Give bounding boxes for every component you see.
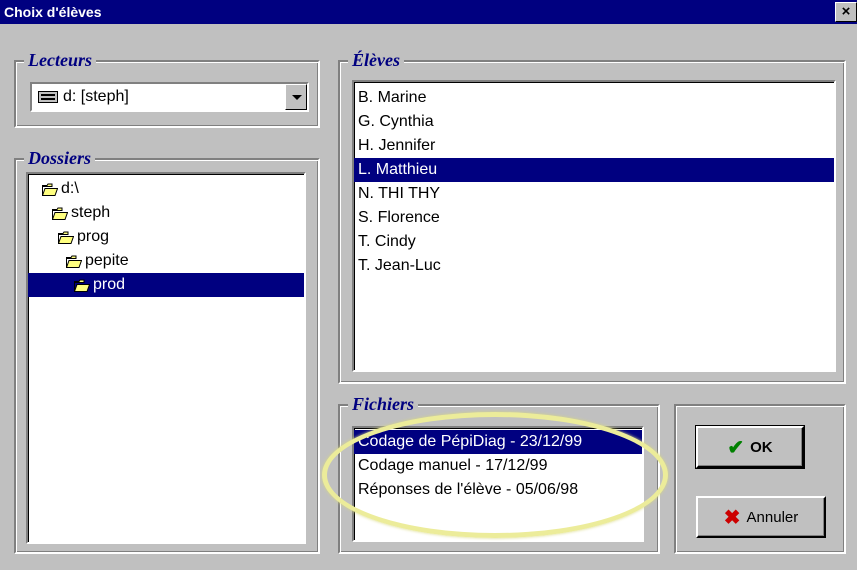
folder-label: prog xyxy=(77,228,110,245)
list-item[interactable]: Réponses de l'élève - 05/06/98 xyxy=(354,478,642,502)
list-item[interactable]: B. Marine xyxy=(354,86,834,110)
files-list[interactable]: Codage de PépiDiag - 23/12/99 Codage man… xyxy=(352,426,644,542)
fichiers-title: Fichiers xyxy=(348,394,419,414)
open-folder-icon xyxy=(52,207,68,220)
title-bar: Choix d'élèves × xyxy=(0,0,857,24)
list-item[interactable]: T. Cindy xyxy=(354,230,834,254)
folder-label: pepite xyxy=(85,252,129,269)
x-icon: ✖ xyxy=(723,506,741,529)
folder-item[interactable]: d:\ xyxy=(28,177,304,201)
open-folder-icon xyxy=(66,255,82,268)
ok-label: OK xyxy=(750,438,773,456)
list-item[interactable]: S. Florence xyxy=(354,206,834,230)
folder-label: steph xyxy=(71,204,111,221)
list-item[interactable]: G. Cynthia xyxy=(354,110,834,134)
checkmark-icon: ✔ xyxy=(727,436,745,459)
folder-item[interactable]: prog xyxy=(28,225,304,249)
drive-icon xyxy=(38,91,58,103)
close-button[interactable]: × xyxy=(835,2,857,22)
list-item[interactable]: T. Jean-Luc xyxy=(354,254,834,278)
cancel-button[interactable]: ✖ Annuler xyxy=(696,496,826,538)
folder-label: prod xyxy=(93,276,126,293)
window-title: Choix d'élèves xyxy=(4,4,102,20)
list-item-selected[interactable]: L. Matthieu xyxy=(354,158,834,182)
students-list[interactable]: B. Marine G. Cynthia H. Jennifer L. Matt… xyxy=(352,80,836,372)
open-folder-icon xyxy=(58,231,74,244)
list-item-selected[interactable]: Codage de PépiDiag - 23/12/99 xyxy=(354,430,642,454)
list-item[interactable]: N. THI THY xyxy=(354,182,834,206)
chevron-down-icon[interactable] xyxy=(285,84,307,110)
folder-item[interactable]: steph xyxy=(28,201,304,225)
folder-label: d:\ xyxy=(61,180,79,197)
folder-item[interactable]: pepite xyxy=(28,249,304,273)
drive-select-value: d: [steph] xyxy=(63,88,129,105)
open-folder-icon xyxy=(42,183,58,196)
cancel-label: Annuler xyxy=(746,508,799,526)
close-icon: × xyxy=(841,3,851,20)
open-folder-icon xyxy=(74,279,90,292)
folder-item-selected[interactable]: prod xyxy=(28,273,304,297)
folder-tree[interactable]: d:\ steph prog pepite prod xyxy=(26,172,306,544)
list-item[interactable]: H. Jennifer xyxy=(354,134,834,158)
dossiers-title: Dossiers xyxy=(24,148,96,168)
ok-button[interactable]: ✔ OK xyxy=(695,425,805,469)
drive-select[interactable]: d: [steph] xyxy=(30,82,309,112)
eleves-title: Élèves xyxy=(348,50,404,70)
list-item[interactable]: Codage manuel - 17/12/99 xyxy=(354,454,642,478)
lecteurs-title: Lecteurs xyxy=(24,50,96,70)
dialog-window: Choix d'élèves × Lecteurs d: [steph] Dos… xyxy=(0,0,857,570)
